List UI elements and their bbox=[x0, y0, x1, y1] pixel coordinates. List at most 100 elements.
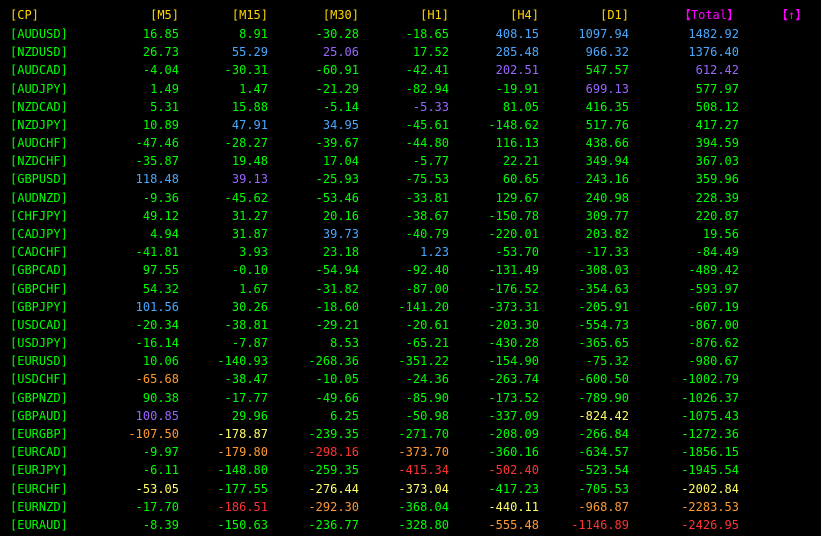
value-h4: -417.23 bbox=[488, 481, 539, 496]
value-h1: 1.23 bbox=[420, 245, 449, 260]
value-total: -1272.36 bbox=[681, 426, 739, 441]
table-row: [AUDUSD] 16.85 8.91 -30.28 -18.65 408.15 1097.… bbox=[0, 26, 821, 42]
value-total: -1856.15 bbox=[681, 445, 739, 460]
value-d1: -354.63 bbox=[578, 281, 629, 296]
value-h4: -440.11 bbox=[488, 499, 539, 514]
value-h1: -50.98 bbox=[405, 408, 449, 423]
table-row: [NZDJPY] 10.89 47.91 34.95 -45.61 -148.62 517.… bbox=[0, 117, 821, 133]
pair-symbol: [CHFJPY] bbox=[10, 208, 68, 223]
value-m15: 39.13 bbox=[231, 172, 268, 187]
value-d1: -365.65 bbox=[578, 336, 629, 351]
value-m15: 8.91 bbox=[239, 27, 268, 41]
header-m30: [M30] bbox=[322, 8, 359, 22]
value-m30: -10.05 bbox=[315, 372, 359, 387]
value-h1: -42.41 bbox=[405, 63, 449, 78]
value-d1: -308.03 bbox=[578, 263, 629, 278]
value-h1: -45.61 bbox=[405, 117, 449, 132]
value-total: -2002.84 bbox=[681, 481, 739, 496]
value-m5: -16.14 bbox=[135, 336, 179, 351]
value-h4: -502.40 bbox=[488, 463, 539, 478]
value-m5: -107.50 bbox=[128, 426, 179, 441]
value-m5: 118.48 bbox=[135, 172, 179, 187]
value-h4: 116.13 bbox=[495, 136, 539, 151]
value-m30: -31.82 bbox=[315, 281, 359, 296]
table-row: [NZDCAD] 5.31 15.88 -5.14 -5.33 81.05 416.35 50… bbox=[0, 99, 821, 115]
pair-symbol: [EURAUD] bbox=[10, 517, 68, 532]
value-h1: -5.77 bbox=[412, 154, 449, 169]
header-m15: [M15] bbox=[231, 8, 268, 22]
value-total: 417.27 bbox=[695, 117, 739, 132]
value-m30: -298.16 bbox=[308, 445, 359, 460]
value-h1: -65.21 bbox=[405, 336, 449, 351]
value-m30: -21.29 bbox=[315, 81, 359, 96]
pair-symbol: [AUDUSD] bbox=[10, 27, 68, 41]
value-m30: -18.60 bbox=[315, 299, 359, 314]
value-m5: -20.34 bbox=[135, 317, 179, 332]
value-h4: -173.52 bbox=[488, 390, 539, 405]
value-d1: -17.33 bbox=[585, 245, 629, 260]
pair-symbol: [AUDCAD] bbox=[10, 63, 68, 78]
value-d1: 349.94 bbox=[585, 154, 629, 169]
table-row: [CADCHF] -41.81 3.93 23.18 1.23 -53.70 -17.33 -… bbox=[0, 244, 821, 260]
value-h1: -141.20 bbox=[398, 299, 449, 314]
value-m5: -9.97 bbox=[142, 445, 179, 460]
value-m15: 19.48 bbox=[231, 154, 268, 169]
value-m30: 8.53 bbox=[330, 336, 359, 351]
value-h1: -40.79 bbox=[405, 226, 449, 241]
sort-up-button[interactable]: 【↑】 bbox=[776, 7, 807, 23]
value-m15: -177.55 bbox=[217, 481, 268, 496]
value-m15: 3.93 bbox=[239, 245, 268, 260]
value-m5: 97.55 bbox=[142, 263, 179, 278]
value-h1: -75.53 bbox=[405, 172, 449, 187]
value-h4: -203.30 bbox=[488, 317, 539, 332]
value-m5: 16.85 bbox=[142, 27, 179, 41]
value-total: -1075.43 bbox=[681, 408, 739, 423]
value-m15: -30.31 bbox=[224, 63, 268, 78]
value-h4: -53.70 bbox=[495, 245, 539, 260]
value-d1: -634.57 bbox=[578, 445, 629, 460]
value-m5: -6.11 bbox=[142, 463, 179, 478]
pair-symbol: [EURNZD] bbox=[10, 499, 68, 514]
value-m5: -35.87 bbox=[135, 154, 179, 169]
value-m15: 1.67 bbox=[239, 281, 268, 296]
value-d1: -1146.89 bbox=[571, 517, 629, 532]
value-m15: -45.62 bbox=[224, 190, 268, 205]
pair-symbol: [EURCHF] bbox=[10, 481, 68, 496]
value-h4: -154.90 bbox=[488, 354, 539, 369]
value-total: 1482.92 bbox=[688, 27, 739, 41]
value-h1: -368.04 bbox=[398, 499, 449, 514]
value-m30: -54.94 bbox=[315, 263, 359, 278]
value-m30: 39.73 bbox=[322, 226, 359, 241]
value-d1: 547.57 bbox=[585, 63, 629, 78]
value-total: -489.42 bbox=[688, 263, 739, 278]
value-h4: -176.52 bbox=[488, 281, 539, 296]
value-d1: 966.32 bbox=[585, 45, 629, 60]
pair-symbol: [USDJPY] bbox=[10, 336, 68, 351]
value-m15: -148.80 bbox=[217, 463, 268, 478]
value-m5: -65.68 bbox=[135, 372, 179, 387]
value-h4: -19.91 bbox=[495, 81, 539, 96]
value-h4: -430.28 bbox=[488, 336, 539, 351]
value-m30: -53.46 bbox=[315, 190, 359, 205]
value-h4: 129.67 bbox=[495, 190, 539, 205]
value-m30: -49.66 bbox=[315, 390, 359, 405]
pair-symbol: [GBPJPY] bbox=[10, 299, 68, 314]
table-row: [GBPNZD] 90.38 -17.77 -49.66 -85.90 -173.52 -7… bbox=[0, 390, 821, 406]
value-d1: 699.13 bbox=[585, 81, 629, 96]
header-symbol: [CP] bbox=[10, 8, 39, 22]
value-h4: -263.74 bbox=[488, 372, 539, 387]
value-total: -1002.79 bbox=[681, 372, 739, 387]
value-h4: -131.49 bbox=[488, 263, 539, 278]
table-row: [GBPCAD] 97.55 -0.10 -54.94 -92.40 -131.49 -30… bbox=[0, 262, 821, 278]
value-total: -2283.53 bbox=[681, 499, 739, 514]
value-m5: -47.46 bbox=[135, 136, 179, 151]
header-row: [CP] [M5] [M15] [M30] [H1] [H4] [D1] 【To… bbox=[0, 7, 821, 23]
value-m15: -178.87 bbox=[217, 426, 268, 441]
value-m15: 31.27 bbox=[231, 208, 268, 223]
pair-symbol: [USDCHF] bbox=[10, 372, 68, 387]
value-total: 220.87 bbox=[695, 208, 739, 223]
value-m15: -140.93 bbox=[217, 354, 268, 369]
table-row: [EURJPY] -6.11 -148.80 -259.35 -415.34 -502.4… bbox=[0, 462, 821, 478]
value-m30: 34.95 bbox=[322, 117, 359, 132]
value-d1: -523.54 bbox=[578, 463, 629, 478]
